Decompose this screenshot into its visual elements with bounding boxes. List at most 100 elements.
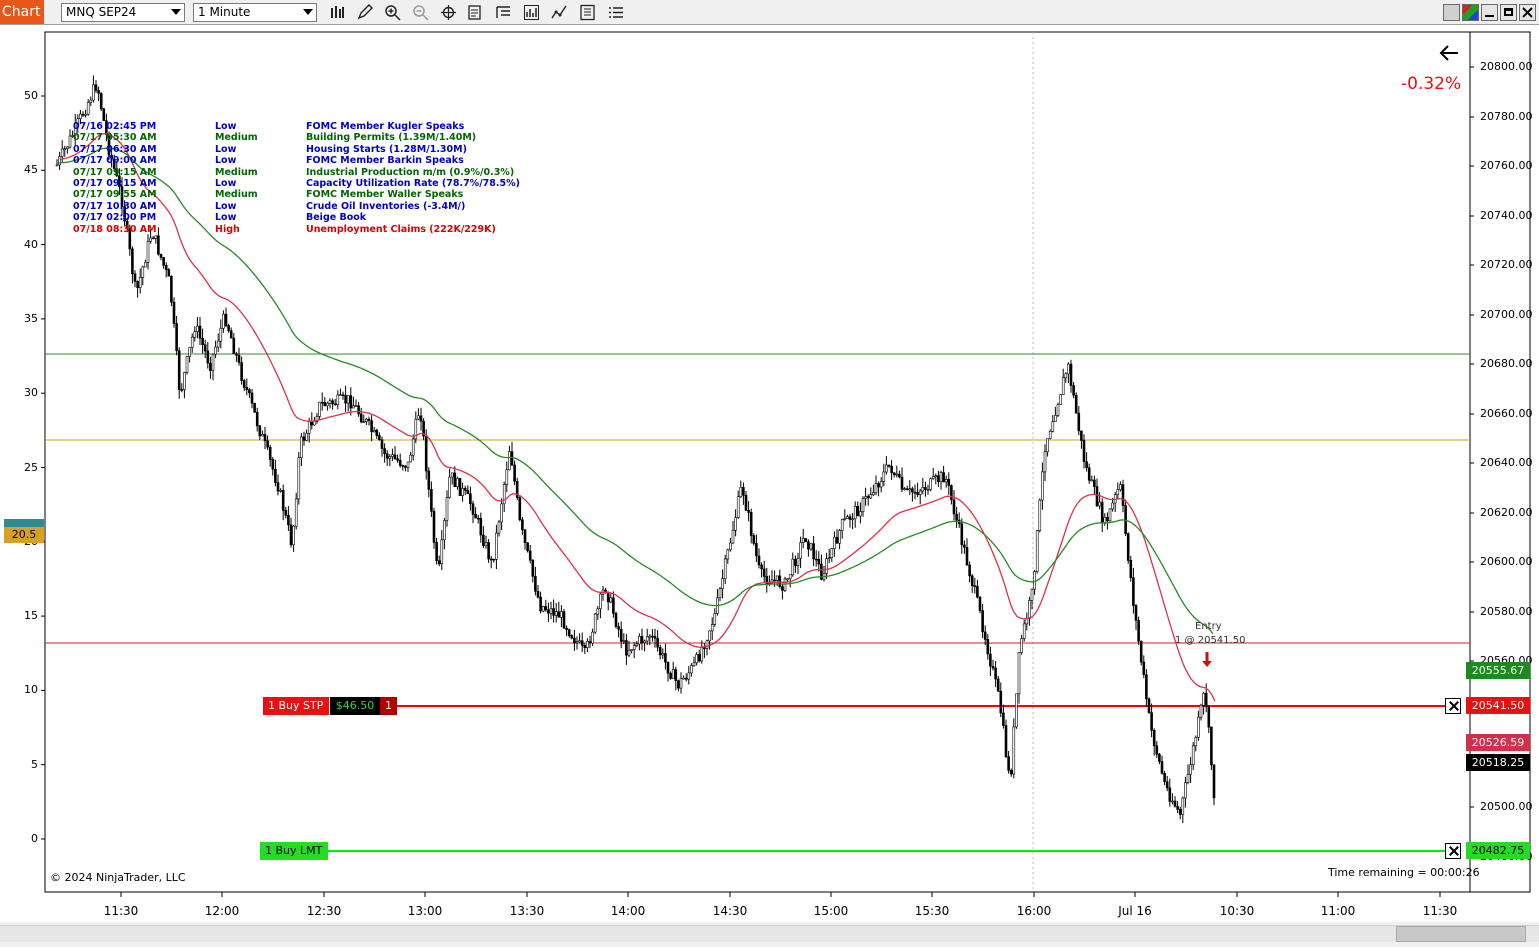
buy-stop-label[interactable]: 1 Buy STP (263, 697, 329, 715)
candle-body (227, 325, 230, 331)
candle-body (1168, 787, 1172, 802)
right-axis-tick: 20720.00 (1480, 258, 1533, 271)
price-tag-limit[interactable]: 20482.75 (1466, 842, 1530, 859)
news-impact: Low (215, 178, 237, 189)
close-window-button[interactable] (1519, 4, 1536, 21)
chart-panel[interactable]: 50454035302520151050 20800.0020780.00207… (0, 25, 1539, 922)
candle-body (266, 440, 269, 448)
candle-body (469, 493, 472, 505)
zoom-out-icon[interactable] (412, 4, 429, 21)
properties-icon[interactable] (495, 4, 512, 21)
candle-body (268, 446, 272, 460)
time-axis-tick: 13:30 (509, 904, 545, 918)
candle-body (404, 465, 407, 468)
candle-body (671, 669, 675, 679)
candle-body (567, 629, 571, 636)
left-axis-tick: 25 (24, 460, 38, 474)
candle-body (136, 280, 139, 288)
candle-body (370, 420, 373, 433)
maximize-button[interactable] (1500, 4, 1517, 21)
left-marker-teal (4, 519, 44, 527)
candle-body (380, 439, 384, 449)
candle-body (918, 490, 922, 495)
bar-type-icon[interactable] (329, 4, 346, 21)
candle-body (697, 654, 701, 662)
cancel-limit-order-button[interactable] (1445, 843, 1461, 859)
data-box-icon[interactable] (467, 4, 484, 21)
candle-body (617, 626, 620, 630)
window-settings-button[interactable] (1443, 4, 1460, 21)
zoom-in-icon[interactable] (384, 4, 401, 21)
candle-body (622, 640, 626, 642)
news-date: 07/17 05:30 AM (73, 132, 157, 144)
news-date: 07/17 09:15 AM (73, 178, 157, 189)
candle-body (1009, 770, 1013, 775)
candle-body (1087, 467, 1091, 481)
candle-body (349, 395, 353, 409)
time-axis-tick: 12:30 (306, 904, 342, 918)
news-event: Unemployment Claims (222K/229K) (306, 223, 496, 235)
candle-body (934, 475, 938, 478)
candle-body (708, 630, 711, 642)
candle-body (554, 611, 558, 616)
buy-limit-label[interactable]: 1 Buy LMT (260, 842, 328, 860)
candle-body (1035, 530, 1039, 572)
crosshair-icon[interactable] (440, 4, 457, 21)
minimize-button[interactable] (1481, 4, 1498, 21)
instrument-selector[interactable]: MNQ SEP24 (61, 3, 185, 22)
candle-body (102, 108, 106, 121)
chart-toolbar: Chart MNQ SEP24 1 Minute (0, 0, 1539, 25)
candle-body (653, 636, 657, 639)
candle-body (450, 472, 454, 478)
candle-body (833, 536, 836, 549)
menu-list-icon[interactable] (607, 4, 624, 21)
buy-stop-qty[interactable]: 1 (380, 697, 397, 715)
candle-body (1004, 725, 1008, 758)
candle-body (612, 597, 615, 614)
candle-body (840, 518, 844, 531)
time-axis-tick: 15:00 (813, 904, 849, 918)
candle-body (523, 529, 527, 543)
back-arrow-icon[interactable] (1438, 43, 1460, 63)
candle-body (736, 496, 740, 518)
price-tag-stop[interactable]: 20541.50 (1466, 697, 1530, 714)
candle-body (879, 480, 883, 488)
candle-body (791, 558, 795, 576)
candle-body (242, 380, 246, 388)
cancel-stop-order-button[interactable] (1445, 698, 1461, 714)
scrollbar-thumb[interactable] (1396, 926, 1526, 942)
candle-body (846, 516, 849, 519)
candle-body (908, 488, 912, 491)
candle-body (853, 505, 857, 520)
candle-body (859, 511, 862, 517)
strategies-icon[interactable] (551, 4, 568, 21)
color-theme-icon[interactable] (1462, 4, 1479, 21)
candle-body (773, 579, 776, 582)
news-date: 07/17 09:00 AM (73, 155, 157, 167)
indicators-icon[interactable] (523, 4, 540, 21)
candle-body (926, 489, 930, 491)
candle-body (497, 521, 501, 534)
candle-body (526, 542, 529, 552)
candle-body (807, 541, 810, 550)
left-axis-tick: 40 (24, 237, 38, 251)
interval-selector[interactable]: 1 Minute (193, 3, 317, 22)
horizontal-scrollbar[interactable] (0, 925, 1539, 942)
candle-body (138, 277, 142, 289)
candle-body (1121, 484, 1125, 506)
chart-tab[interactable]: Chart (0, 0, 44, 24)
candle-body (170, 275, 173, 303)
templates-icon[interactable] (579, 4, 596, 21)
candle-body (630, 649, 633, 651)
candle-body (625, 640, 628, 656)
candle-body (1022, 623, 1026, 639)
candle-body (762, 568, 766, 577)
candle-body (55, 164, 59, 167)
news-date: 07/17 10:30 AM (73, 200, 157, 212)
candle-body (950, 485, 953, 501)
news-event: FOMC Member Kugler Speaks (306, 121, 465, 132)
candle-body (1046, 438, 1049, 453)
candle-body (986, 639, 990, 655)
candle-body (391, 454, 394, 457)
pencil-draw-icon[interactable] (356, 4, 373, 21)
